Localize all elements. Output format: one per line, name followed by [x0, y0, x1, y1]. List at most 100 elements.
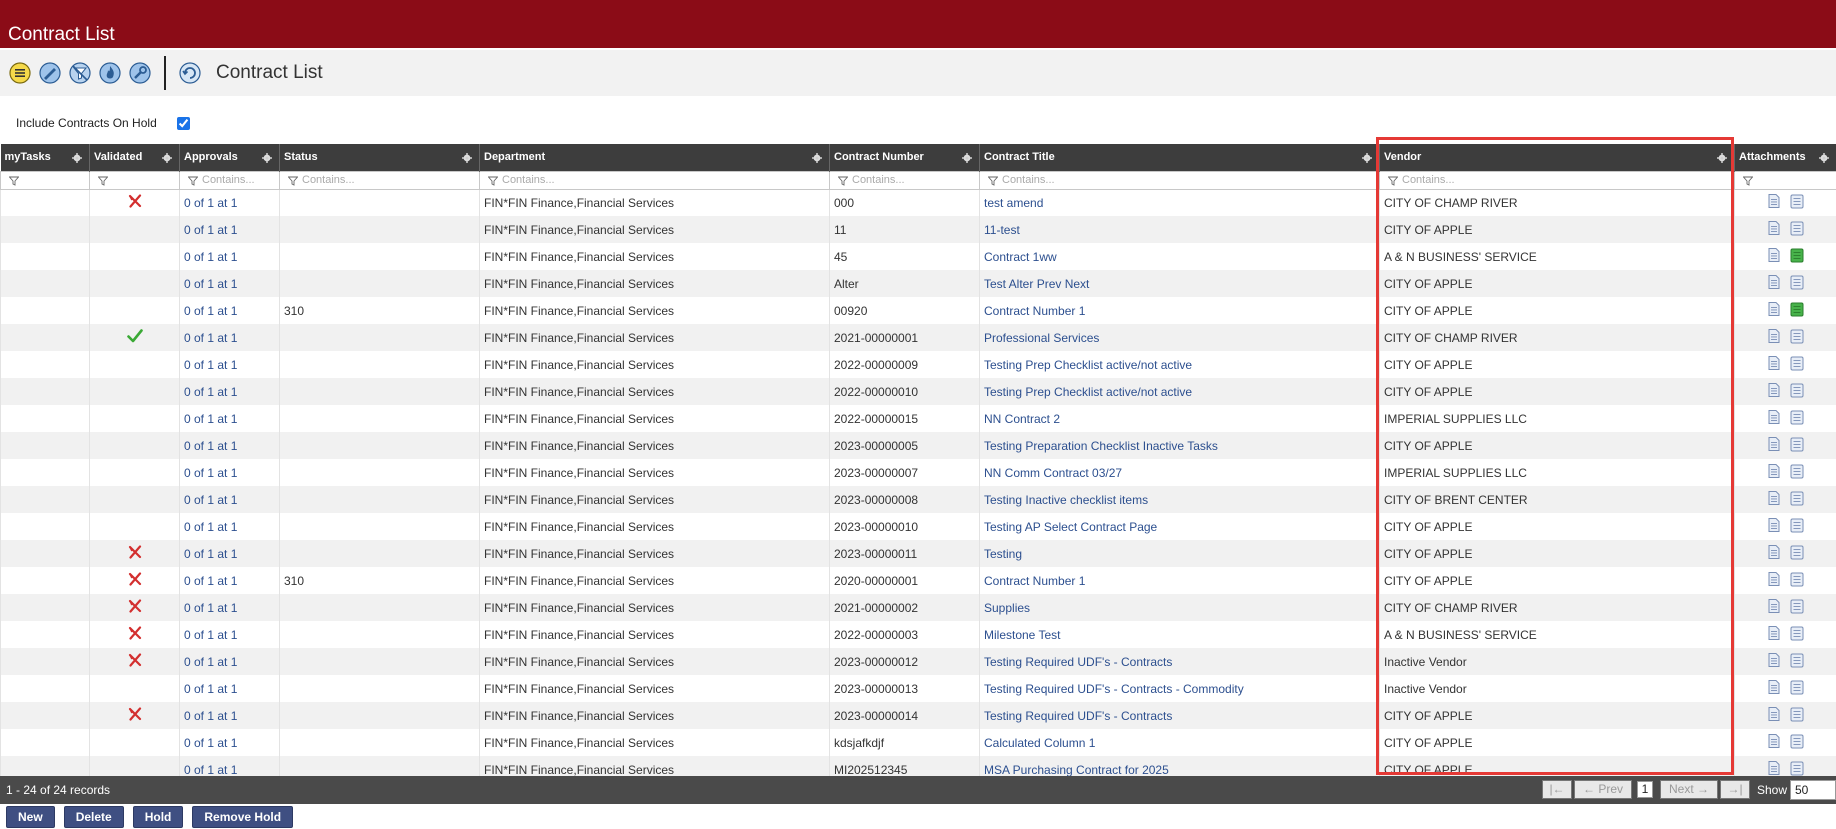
cell-contract-title[interactable]: Testing Inactive checklist items: [979, 486, 1380, 513]
cell-contract-title[interactable]: Milestone Test: [979, 621, 1380, 648]
cell-approvals[interactable]: 0 of 1 at 1: [179, 567, 280, 594]
column-settings-gear-icon[interactable]: [1819, 153, 1829, 163]
document-icon[interactable]: [1768, 545, 1780, 562]
cell-approvals[interactable]: 0 of 1 at 1: [179, 324, 280, 351]
document-icon[interactable]: [1768, 302, 1780, 319]
filter-funnel-icon[interactable]: [1742, 175, 1754, 186]
column-settings-gear-icon[interactable]: [962, 153, 972, 163]
column-header-contract-number[interactable]: Contract Number: [829, 144, 980, 171]
document-icon[interactable]: [1768, 275, 1780, 292]
notes-icon[interactable]: [1790, 572, 1804, 590]
filter-funnel-icon[interactable]: [8, 175, 20, 186]
table-row[interactable]: 0 of 1 at 1 310 FIN*FIN Finance,Financial …: [0, 297, 1836, 324]
notes-icon[interactable]: [1790, 302, 1804, 320]
document-icon[interactable]: [1768, 248, 1780, 265]
column-filter-department[interactable]: Contains...: [479, 170, 830, 190]
filter-input[interactable]: Contains...: [852, 174, 905, 186]
column-settings-gear-icon[interactable]: [162, 153, 172, 163]
flame-icon[interactable]: [98, 61, 122, 85]
table-row[interactable]: 0 of 1 at 1 310 FIN*FIN Finance,Financial …: [0, 567, 1836, 594]
cell-contract-title[interactable]: Testing Required UDF's - Contracts: [979, 702, 1380, 729]
cell-contract-title[interactable]: Testing Required UDF's - Contracts - Com…: [979, 675, 1380, 702]
column-settings-gear-icon[interactable]: [462, 153, 472, 163]
cell-approvals[interactable]: 0 of 1 at 1: [179, 459, 280, 486]
prev-page-button[interactable]: ← Prev: [1574, 780, 1632, 799]
filter-funnel-icon[interactable]: [837, 175, 849, 186]
notes-icon[interactable]: [1790, 464, 1804, 482]
column-filter-attachments[interactable]: [1734, 170, 1836, 190]
cell-contract-title[interactable]: Testing Prep Checklist active/not active: [979, 378, 1380, 405]
cell-contract-title[interactable]: Professional Services: [979, 324, 1380, 351]
cell-contract-title[interactable]: Testing: [979, 540, 1380, 567]
filter-input[interactable]: Contains...: [1402, 174, 1455, 186]
document-icon[interactable]: [1768, 707, 1780, 724]
document-icon[interactable]: [1768, 626, 1780, 643]
table-row[interactable]: 0 of 1 at 1 FIN*FIN Finance,Financial Ser…: [0, 216, 1836, 243]
filter-input[interactable]: Contains...: [502, 174, 555, 186]
filter-input[interactable]: Contains...: [302, 174, 355, 186]
filter-funnel-icon[interactable]: [97, 175, 109, 186]
table-row[interactable]: 0 of 1 at 1 FIN*FIN Finance,Financial Ser…: [0, 459, 1836, 486]
filter-funnel-icon[interactable]: [187, 175, 199, 186]
table-row[interactable]: 0 of 1 at 1 FIN*FIN Finance,Financial Ser…: [0, 351, 1836, 378]
filter-input[interactable]: Contains...: [1002, 174, 1055, 186]
cell-approvals[interactable]: 0 of 1 at 1: [179, 540, 280, 567]
edit-pencil-icon[interactable]: [38, 61, 62, 85]
notes-icon[interactable]: [1790, 194, 1804, 212]
new-button[interactable]: New: [6, 806, 55, 828]
table-row[interactable]: 0 of 1 at 1 FIN*FIN Finance,Financial Ser…: [0, 621, 1836, 648]
cell-approvals[interactable]: 0 of 1 at 1: [179, 405, 280, 432]
cell-contract-title[interactable]: Testing Prep Checklist active/not active: [979, 351, 1380, 378]
notes-icon[interactable]: [1790, 437, 1804, 455]
column-filter-contract-title[interactable]: Contains...: [979, 170, 1380, 190]
current-page[interactable]: 1: [1637, 781, 1653, 798]
column-filter-status[interactable]: Contains...: [279, 170, 480, 190]
delete-button[interactable]: Delete: [63, 806, 124, 828]
cell-approvals[interactable]: 0 of 1 at 1: [179, 486, 280, 513]
cell-approvals[interactable]: 0 of 1 at 1: [179, 189, 280, 216]
cell-approvals[interactable]: 0 of 1 at 1: [179, 702, 280, 729]
notes-icon[interactable]: [1790, 707, 1804, 725]
column-settings-gear-icon[interactable]: [1717, 153, 1727, 163]
cell-approvals[interactable]: 0 of 1 at 1: [179, 270, 280, 297]
notes-icon[interactable]: [1790, 329, 1804, 347]
document-icon[interactable]: [1768, 491, 1780, 508]
notes-icon[interactable]: [1790, 599, 1804, 617]
filter-funnel-icon[interactable]: [987, 175, 999, 186]
cell-approvals[interactable]: 0 of 1 at 1: [179, 351, 280, 378]
column-filter-mytasks[interactable]: [0, 170, 90, 190]
cell-approvals[interactable]: 0 of 1 at 1: [179, 432, 280, 459]
remove-hold-button[interactable]: Remove Hold: [192, 806, 294, 828]
cell-approvals[interactable]: 0 of 1 at 1: [179, 675, 280, 702]
document-icon[interactable]: [1768, 194, 1780, 211]
column-header-mytasks[interactable]: myTasks: [0, 144, 90, 171]
column-header-validated[interactable]: Validated: [89, 144, 180, 171]
column-header-contract-title[interactable]: Contract Title: [979, 144, 1380, 171]
column-settings-gear-icon[interactable]: [262, 153, 272, 163]
table-row[interactable]: 0 of 1 at 1 FIN*FIN Finance,Financial Ser…: [0, 675, 1836, 702]
cell-approvals[interactable]: 0 of 1 at 1: [179, 297, 280, 324]
filter-funnel-icon[interactable]: [1387, 175, 1399, 186]
cell-contract-title[interactable]: Test Alter Prev Next: [979, 270, 1380, 297]
table-row[interactable]: 0 of 1 at 1 FIN*FIN Finance,Financial Ser…: [0, 243, 1836, 270]
column-header-department[interactable]: Department: [479, 144, 830, 171]
column-filter-vendor[interactable]: Contains...: [1379, 170, 1735, 190]
column-header-vendor[interactable]: Vendor: [1379, 144, 1735, 171]
notes-icon[interactable]: [1790, 491, 1804, 509]
column-filter-approvals[interactable]: Contains...: [179, 170, 280, 190]
notes-icon[interactable]: [1790, 356, 1804, 374]
table-row[interactable]: 0 of 1 at 1 FIN*FIN Finance,Financial Ser…: [0, 378, 1836, 405]
column-header-attachments[interactable]: Attachments: [1734, 144, 1836, 171]
table-row[interactable]: 0 of 1 at 1 FIN*FIN Finance,Financial Ser…: [0, 432, 1836, 459]
table-row[interactable]: 0 of 1 at 1 FIN*FIN Finance,Financial Ser…: [0, 405, 1836, 432]
column-settings-gear-icon[interactable]: [1362, 153, 1372, 163]
notes-icon[interactable]: [1790, 734, 1804, 752]
cell-approvals[interactable]: 0 of 1 at 1: [179, 243, 280, 270]
document-icon[interactable]: [1768, 572, 1780, 589]
list-icon[interactable]: [8, 61, 32, 85]
table-row[interactable]: 0 of 1 at 1 FIN*FIN Finance,Financial Ser…: [0, 513, 1836, 540]
document-icon[interactable]: [1768, 464, 1780, 481]
table-row[interactable]: 0 of 1 at 1 FIN*FIN Finance,Financial Ser…: [0, 486, 1836, 513]
document-icon[interactable]: [1768, 356, 1780, 373]
document-icon[interactable]: [1768, 329, 1780, 346]
